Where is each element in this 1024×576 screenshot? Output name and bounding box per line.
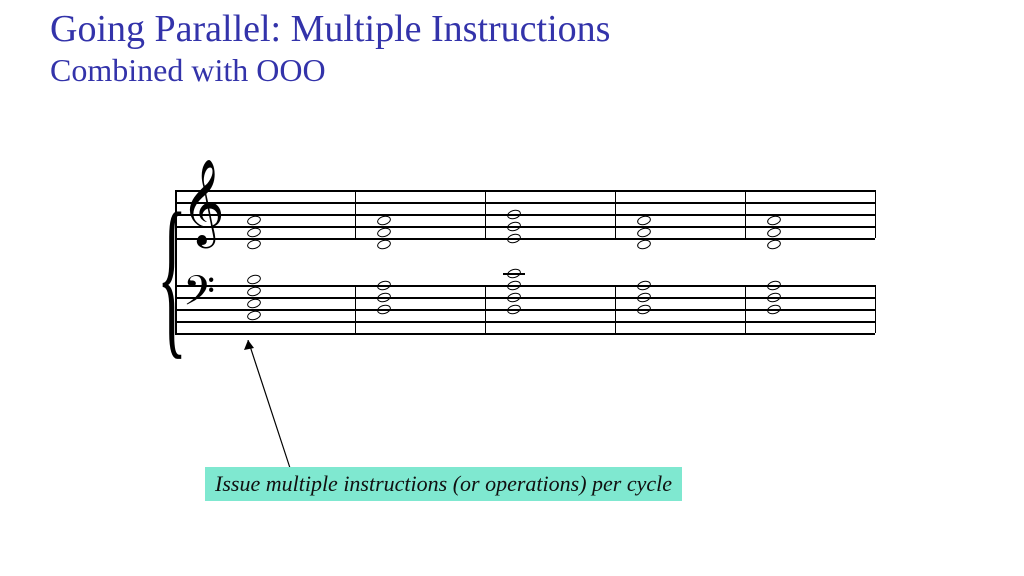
annotation-arrow xyxy=(230,340,330,475)
music-staff-diagram: { 𝄞 𝄢 xyxy=(175,190,875,360)
callout-label: Issue multiple instructions (or operatio… xyxy=(205,467,682,501)
slide-title: Going Parallel: Multiple Instructions Co… xyxy=(50,8,610,88)
bass-clef-icon: 𝄢 xyxy=(183,271,215,321)
title-line-1: Going Parallel: Multiple Instructions xyxy=(50,8,610,52)
treble-clef-icon: 𝄞 xyxy=(181,166,225,240)
title-line-2: Combined with OOO xyxy=(50,52,610,89)
